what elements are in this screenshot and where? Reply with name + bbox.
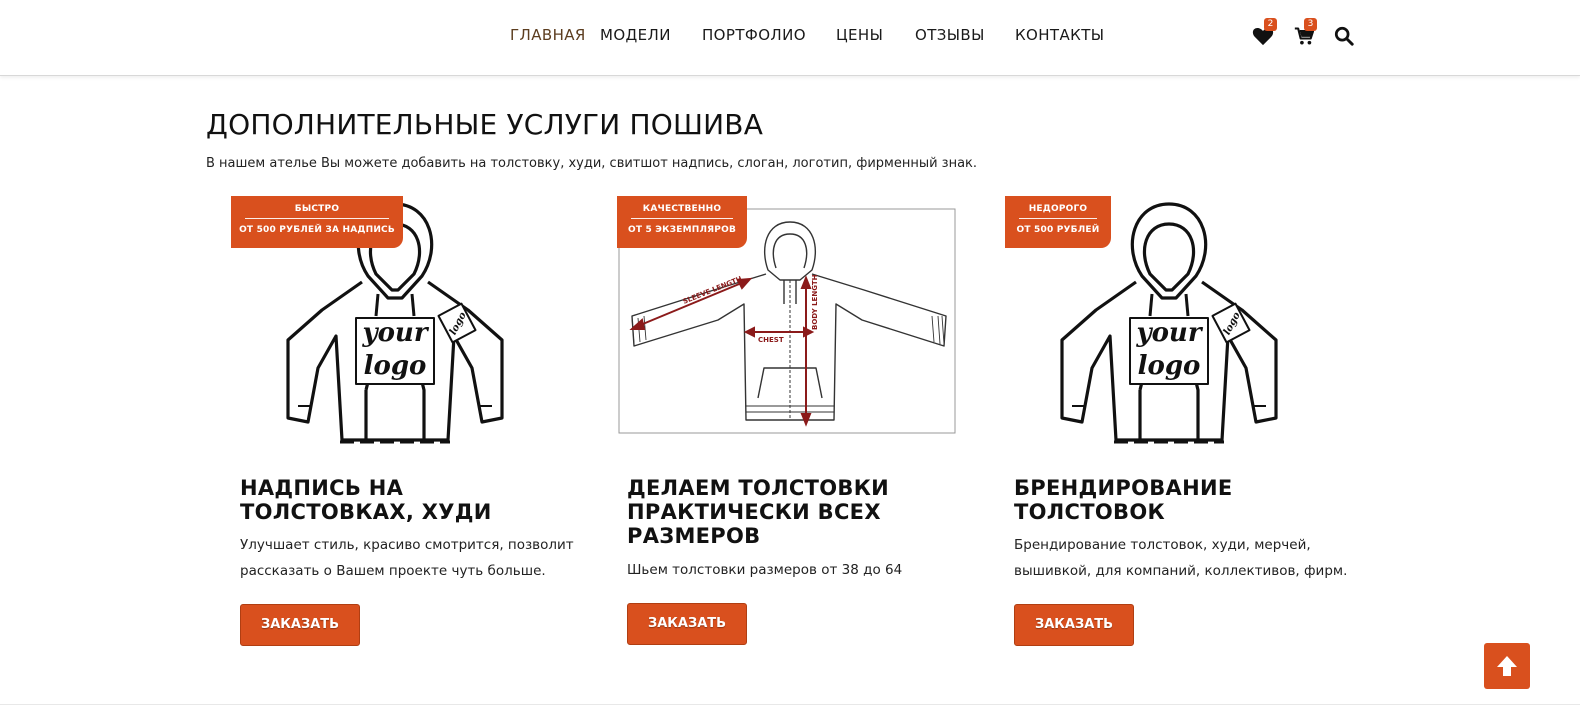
order-button[interactable]: ЗАКАЗАТЬ bbox=[1014, 604, 1134, 646]
card-image: БЫСТРО ОТ 500 РУБЛЕЙ ЗА НАДПИСЬ your log… bbox=[231, 190, 600, 450]
ribbon-bottom-text: ОТ 500 РУБЛЕЙ ЗА НАДПИСЬ bbox=[239, 225, 395, 235]
card-image: КАЧЕСТВЕННО ОТ 5 ЭКЗЕМПЛЯРОВ SLEEVE LENG… bbox=[617, 190, 978, 450]
ribbon-top-text: БЫСТРО bbox=[294, 204, 340, 214]
card-title: ДЕЛАЕМ ТОЛСТОВКИ ПРАКТИЧЕСКИ ВСЕХ РАЗМЕР… bbox=[627, 476, 890, 548]
svg-text:logo: logo bbox=[364, 351, 427, 381]
nav-item-prices[interactable]: ЦЕНЫ bbox=[836, 26, 883, 44]
ribbon-top-text: КАЧЕСТВЕННО bbox=[642, 204, 722, 214]
site-header: ГЛАВНАЯ МОДЕЛИ ПОРТФОЛИО ЦЕНЫ ОТЗЫВЫ КОН… bbox=[0, 0, 1580, 76]
section-title: ДОПОЛНИТЕЛЬНЫЕ УСЛУГИ ПОШИВА bbox=[206, 108, 764, 141]
cart-button[interactable]: 3 bbox=[1290, 18, 1330, 58]
header-icons: 2 3 bbox=[1248, 18, 1368, 58]
svg-text:logo: logo bbox=[1138, 351, 1201, 381]
order-button[interactable]: ЗАКАЗАТЬ bbox=[627, 603, 747, 645]
nav-item-portfolio[interactable]: ПОРТФОЛИО bbox=[702, 26, 806, 44]
card-description: Брендирование толстовок, худи, мерчей, в… bbox=[1014, 537, 1348, 579]
ribbon-bottom-text: ОТ 5 ЭКЗЕМПЛЯРОВ bbox=[627, 225, 737, 235]
card-title: НАДПИСЬ НА ТОЛСТОВКАХ, ХУДИ bbox=[240, 476, 492, 524]
scroll-to-top-button[interactable] bbox=[1484, 643, 1530, 689]
svg-text:your: your bbox=[361, 318, 429, 348]
nav-item-reviews[interactable]: ОТЗЫВЫ bbox=[915, 26, 985, 44]
service-card-lettering: БЫСТРО ОТ 500 РУБЛЕЙ ЗА НАДПИСЬ your log… bbox=[231, 190, 600, 660]
card-ribbon: НЕДОРОГО ОТ 500 РУБЛЕЙ bbox=[1005, 196, 1111, 248]
card-title: БРЕНДИРОВАНИЕ ТОЛСТОВОК bbox=[1014, 476, 1233, 524]
card-description: Улучшает стиль, красиво смотрится, позво… bbox=[240, 537, 574, 579]
nav-item-home[interactable]: ГЛАВНАЯ bbox=[510, 26, 586, 44]
nav-item-models[interactable]: МОДЕЛИ bbox=[600, 26, 671, 44]
card-ribbon: БЫСТРО ОТ 500 РУБЛЕЙ ЗА НАДПИСЬ bbox=[231, 196, 403, 248]
ribbon-bottom-text: ОТ 500 РУБЛЕЙ bbox=[1016, 225, 1100, 235]
service-card-branding: НЕДОРОГО ОТ 500 РУБЛЕЙ your logo logo БР… bbox=[1005, 190, 1374, 660]
footer-divider bbox=[0, 704, 1580, 705]
ribbon-top-text: НЕДОРОГО bbox=[1028, 204, 1088, 214]
svg-text:CHEST: CHEST bbox=[758, 336, 784, 344]
svg-text:BODY LENGTH: BODY LENGTH bbox=[811, 274, 819, 330]
order-button[interactable]: ЗАКАЗАТЬ bbox=[240, 604, 360, 646]
section-subtitle: В нашем ателье Вы можете добавить на тол… bbox=[206, 156, 978, 171]
search-icon bbox=[1334, 26, 1354, 46]
cart-count-badge: 3 bbox=[1304, 18, 1317, 31]
svg-text:your: your bbox=[1135, 318, 1203, 348]
card-image: НЕДОРОГО ОТ 500 РУБЛЕЙ your logo logo bbox=[1005, 190, 1374, 450]
arrow-up-icon bbox=[1497, 656, 1517, 676]
wishlist-count-badge: 2 bbox=[1264, 18, 1277, 31]
card-description: Шьем толстовки размеров от 38 до 64 bbox=[627, 562, 903, 578]
card-ribbon: КАЧЕСТВЕННО ОТ 5 ЭКЗЕМПЛЯРОВ bbox=[617, 196, 747, 248]
wishlist-button[interactable]: 2 bbox=[1248, 18, 1288, 58]
service-card-sizes: КАЧЕСТВЕННО ОТ 5 ЭКЗЕМПЛЯРОВ SLEEVE LENG… bbox=[617, 190, 978, 660]
search-button[interactable] bbox=[1330, 18, 1370, 58]
nav-item-contacts[interactable]: КОНТАКТЫ bbox=[1015, 26, 1104, 44]
